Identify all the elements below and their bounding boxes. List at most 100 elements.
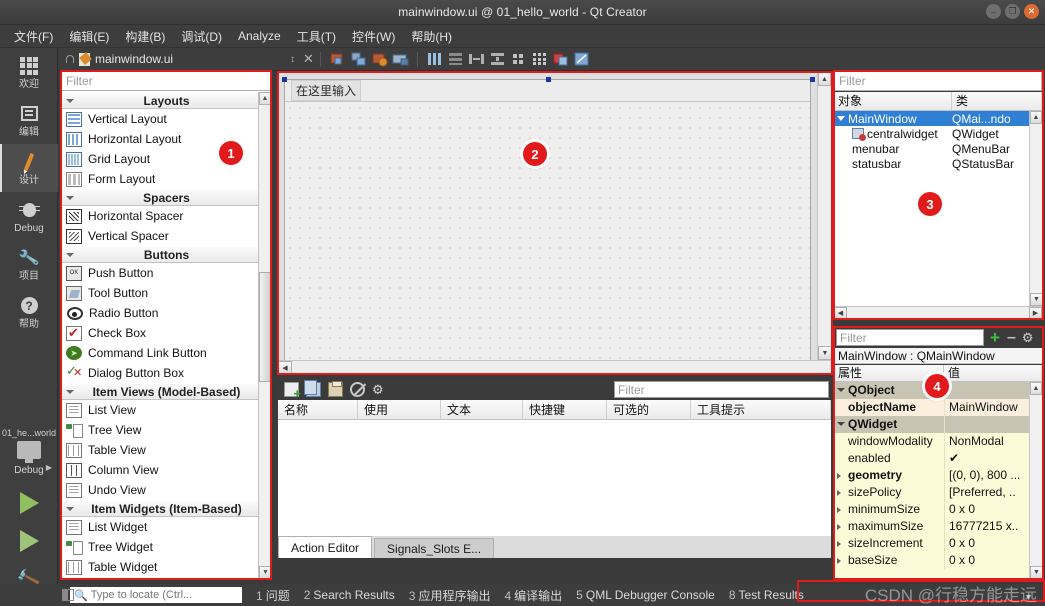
column-checkable[interactable]: 可选的: [607, 400, 691, 419]
form-vertical-scrollbar[interactable]: ▲ ▼: [817, 72, 831, 374]
mode-design[interactable]: 设计: [0, 144, 58, 192]
widget-item-column-view[interactable]: Column View: [62, 460, 271, 480]
menu-file[interactable]: 文件(F): [6, 25, 61, 48]
debug-run-button[interactable]: [0, 522, 58, 560]
widget-item-form-layout[interactable]: Form Layout: [62, 169, 271, 189]
menu-widgets[interactable]: 控件(W): [344, 25, 403, 48]
widget-item-vertical-spacer[interactable]: Vertical Spacer: [62, 226, 271, 246]
locator-input[interactable]: 🔍 Type to locate (Ctrl...: [70, 587, 242, 603]
close-button[interactable]: ✕: [1024, 4, 1039, 19]
property-value[interactable]: 0 x 0: [944, 551, 1042, 569]
widget-item-table-widget[interactable]: Table Widget: [62, 557, 271, 577]
form-horizontal-scrollbar[interactable]: ◀: [278, 360, 831, 374]
chevron-right-icon[interactable]: [837, 540, 841, 547]
property-value[interactable]: NonModal: [944, 432, 1042, 450]
document-spin-icon[interactable]: ↕: [290, 54, 295, 65]
mode-edit[interactable]: 编辑: [0, 96, 58, 144]
tab-signals-slots-editor[interactable]: Signals_Slots E...: [374, 538, 495, 558]
widget-group-buttons[interactable]: Buttons: [62, 246, 271, 263]
column-shortcut[interactable]: 快捷键: [523, 400, 607, 419]
property-table-vscrollbar[interactable]: ▲ ▼: [1029, 382, 1042, 579]
menu-help[interactable]: 帮助(H): [403, 25, 460, 48]
column-value[interactable]: 值: [944, 365, 1042, 381]
scroll-down-icon[interactable]: ▼: [818, 346, 831, 360]
new-action-icon[interactable]: [284, 381, 301, 401]
object-row-mainwindow[interactable]: MainWindow QMai...ndo: [834, 111, 1042, 126]
chevron-right-icon[interactable]: [837, 557, 841, 564]
property-value[interactable]: 16777215 x..: [944, 517, 1042, 535]
widget-item-undo-view[interactable]: Undo View: [62, 480, 271, 500]
output-pane-compile-output[interactable]: 4 编译输出: [504, 587, 562, 604]
property-row-sizepolicy[interactable]: sizePolicy [Preferred, ..: [834, 483, 1042, 501]
close-document-icon[interactable]: ✕: [303, 51, 314, 67]
widget-item-check-box[interactable]: Check Box: [62, 323, 271, 343]
layout-vertical-icon[interactable]: [447, 51, 464, 67]
form-central-widget[interactable]: [285, 103, 810, 366]
scroll-down-icon[interactable]: ▼: [1030, 293, 1043, 306]
action-editor-filter[interactable]: Filter: [614, 381, 829, 398]
property-row-maximumsize[interactable]: maximumSize 16777215 x..: [834, 517, 1042, 535]
widget-item-push-button[interactable]: OK Push Button: [62, 263, 271, 283]
tab-action-editor[interactable]: Action Editor: [278, 536, 373, 558]
widget-item-tree-widget[interactable]: Tree Widget: [62, 537, 271, 557]
chevron-right-icon[interactable]: [837, 506, 841, 513]
widget-group-spacers[interactable]: Spacers: [62, 189, 271, 206]
action-editor-rows[interactable]: [278, 420, 831, 536]
add-property-icon[interactable]: +: [990, 329, 1000, 346]
object-inspector-vscrollbar[interactable]: ▲ ▼: [1029, 111, 1043, 306]
main-window-form[interactable]: 在这里输入: [282, 77, 815, 367]
output-pane-application-output[interactable]: 3 应用程序输出: [409, 587, 491, 604]
scroll-up-icon[interactable]: ▲: [259, 92, 271, 105]
form-menubar[interactable]: 在这里输入: [285, 80, 810, 102]
widget-item-list-view[interactable]: List View: [62, 400, 271, 420]
output-pane-issues[interactable]: 1 问题: [256, 587, 290, 604]
edit-widgets-icon[interactable]: [329, 51, 346, 67]
menu-build[interactable]: 构建(B): [117, 25, 173, 48]
mode-projects[interactable]: 🔧 项目: [0, 240, 58, 288]
type-here-placeholder[interactable]: 在这里输入: [291, 80, 362, 101]
scrollbar-thumb[interactable]: [259, 272, 271, 382]
chevron-down-icon[interactable]: [837, 116, 845, 121]
run-button[interactable]: [0, 484, 58, 522]
property-editor-filter[interactable]: Filter: [836, 329, 984, 346]
scroll-up-icon[interactable]: ▲: [1030, 111, 1042, 124]
scroll-left-icon[interactable]: ◀: [278, 361, 292, 374]
column-object[interactable]: 对象: [834, 92, 952, 110]
minimize-button[interactable]: –: [986, 4, 1001, 19]
object-inspector-hscrollbar[interactable]: ◀ ▶: [834, 306, 1042, 319]
resize-handle-tc[interactable]: [546, 77, 551, 82]
maximize-button[interactable]: ❐: [1005, 4, 1020, 19]
widget-item-dialog-button-box[interactable]: Dialog Button Box: [62, 363, 271, 383]
property-value[interactable]: 0 x 0: [944, 500, 1042, 518]
open-document-selector[interactable]: mainwindow.ui: [58, 52, 286, 66]
scroll-up-icon[interactable]: ▲: [818, 72, 831, 86]
property-row-windowmodality[interactable]: windowModality NonModal: [834, 432, 1042, 450]
widget-group-layouts[interactable]: Layouts: [62, 92, 271, 109]
property-value[interactable]: [Preferred, ..: [944, 483, 1042, 501]
output-pane-qml-debugger-console[interactable]: 5 QML Debugger Console: [576, 588, 715, 602]
layout-grid-icon[interactable]: [531, 51, 548, 67]
layout-form-icon[interactable]: [510, 51, 527, 67]
edit-signals-slots-icon[interactable]: [350, 51, 367, 67]
form-editor-canvas-area[interactable]: 在这里输入 ▲ ▼ ◀: [278, 72, 831, 374]
scroll-right-icon[interactable]: ▶: [1029, 307, 1042, 319]
chevron-right-icon[interactable]: [837, 472, 841, 479]
property-value[interactable]: MainWindow: [944, 398, 1042, 416]
widget-item-radio-button[interactable]: Radio Button: [62, 303, 271, 323]
scroll-down-icon[interactable]: ▼: [259, 566, 271, 579]
widget-item-list-widget[interactable]: List Widget: [62, 517, 271, 537]
object-row-centralwidget[interactable]: centralwidget QWidget: [834, 126, 1042, 141]
object-inspector-filter[interactable]: Filter: [834, 71, 1042, 91]
widget-box-filter[interactable]: Filter: [61, 71, 271, 91]
widget-item-table-view[interactable]: Table View: [62, 440, 271, 460]
menu-tools[interactable]: 工具(T): [289, 25, 344, 48]
widget-group-containers[interactable]: Containers: [62, 577, 271, 579]
property-row-geometry[interactable]: geometry [(0, 0), 800 ...: [834, 466, 1042, 484]
column-tooltip[interactable]: 工具提示: [691, 400, 831, 419]
resize-handle-tr[interactable]: [810, 77, 815, 82]
widget-box-scrollbar[interactable]: ▲ ▼: [258, 92, 271, 579]
widget-item-horizontal-spacer[interactable]: Horizontal Spacer: [62, 206, 271, 226]
scroll-up-icon[interactable]: ▲: [1030, 382, 1042, 395]
widget-group-item-widgets[interactable]: Item Widgets (Item-Based): [62, 500, 271, 517]
edit-tab-order-icon[interactable]: [392, 51, 409, 67]
